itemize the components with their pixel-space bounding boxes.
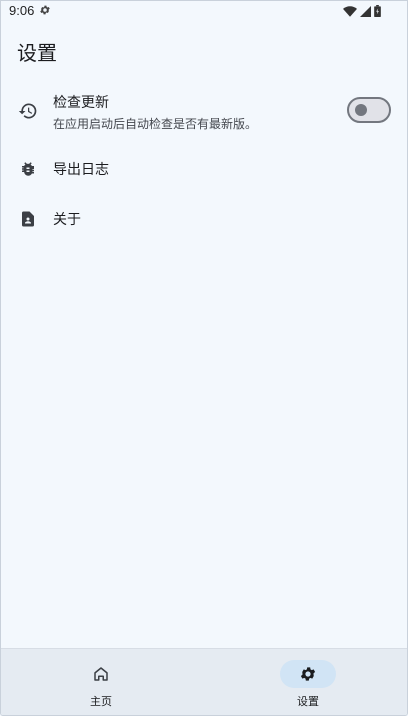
contact-page-icon [17, 208, 39, 230]
about-label: 关于 [53, 212, 81, 228]
nav-home[interactable]: 主页 [45, 649, 165, 715]
toggle-thumb [355, 104, 367, 116]
battery-icon [374, 5, 381, 17]
app-frame: 9:06 设置 检查更新 在应用启动后自动检查是否有最新版。 导出日志 关于 主… [0, 0, 408, 716]
nav-settings[interactable]: 设置 [252, 649, 372, 715]
setting-export-log[interactable]: 导出日志 [1, 151, 407, 187]
home-icon [94, 667, 108, 681]
gear-icon [300, 667, 316, 681]
check-update-description: 在应用启动后自动检查是否有最新版。 [53, 117, 258, 131]
bug-icon [17, 158, 39, 180]
cell-signal-icon [360, 5, 371, 17]
nav-settings-label: 设置 [297, 695, 319, 708]
bottom-navigation: 主页 设置 [1, 648, 407, 715]
wifi-icon [343, 5, 357, 17]
nav-settings-indicator [280, 660, 336, 688]
nav-home-indicator [73, 660, 129, 688]
status-time: 9:06 [9, 3, 35, 18]
status-icons [343, 5, 381, 17]
status-bar: 9:06 [1, 1, 407, 21]
nav-home-label: 主页 [90, 695, 112, 708]
setting-about[interactable]: 关于 [1, 201, 407, 237]
check-update-toggle[interactable] [347, 97, 391, 123]
page-title: 设置 [17, 41, 57, 65]
check-update-label: 检查更新 [53, 95, 109, 111]
history-icon [17, 100, 39, 122]
settings-notification-icon [39, 4, 51, 19]
export-log-label: 导出日志 [53, 162, 109, 178]
